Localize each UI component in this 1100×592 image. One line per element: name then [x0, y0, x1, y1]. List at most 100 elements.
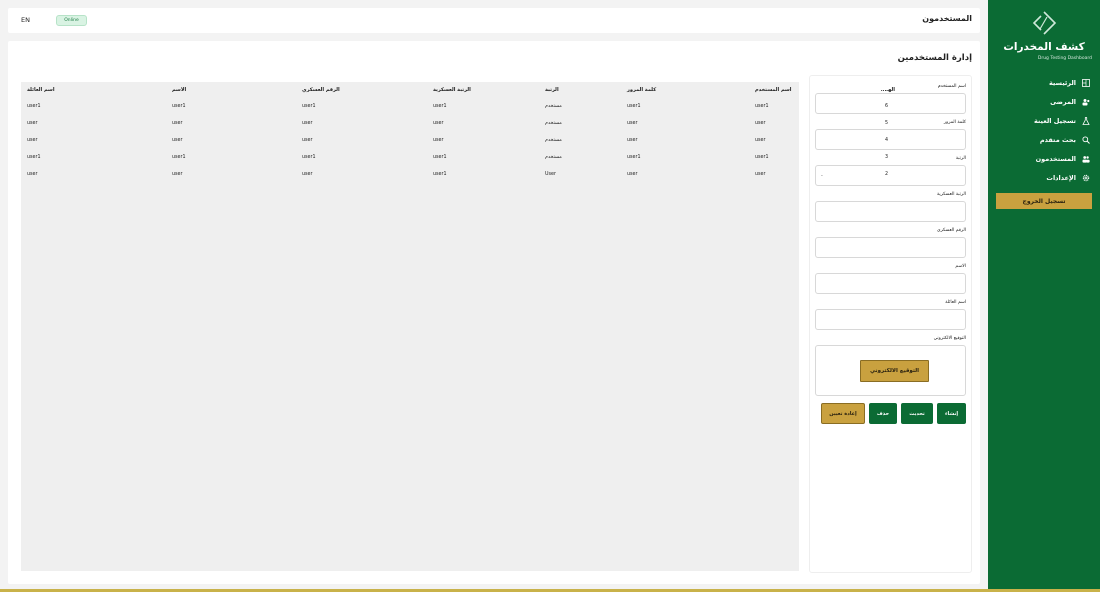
- sidebar-item-advanced-search[interactable]: بحث متقدم: [994, 130, 1090, 149]
- logo-icon: [1032, 11, 1057, 35]
- table-cell: user: [27, 121, 38, 126]
- table-row[interactable]: 5 user user مستخدم user user user user: [21, 115, 899, 132]
- table-cell: user1: [433, 172, 447, 177]
- sidebar-item-label: المستخدمون: [1035, 154, 1076, 163]
- table-row[interactable]: 6 user1 user1 مستخدم user1 user1 user1 u…: [21, 98, 899, 115]
- table-cell: مستخدم: [545, 104, 562, 109]
- table-cell: user: [627, 121, 638, 126]
- update-button[interactable]: تحديث: [901, 403, 933, 424]
- sidebar-item-users[interactable]: المستخدمون: [994, 149, 1090, 168]
- table-cell: user: [755, 138, 766, 143]
- signature-button[interactable]: التوقيع الالكتروني: [860, 360, 929, 382]
- patients-icon: [1082, 98, 1090, 105]
- col-header-military-rank[interactable]: الرتبة العسكرية: [427, 82, 539, 98]
- sidebar-item-home[interactable]: الرئيسية: [994, 73, 1090, 92]
- sidebar-item-label: المرضى: [1050, 97, 1076, 106]
- table-row[interactable]: 2 user user User user1 user user user: [21, 166, 899, 183]
- col-header-name[interactable]: الاسم: [166, 82, 296, 98]
- table-cell: user1: [433, 104, 447, 109]
- sidebar-item-sample-registration[interactable]: تسجيل العينة: [994, 111, 1090, 130]
- reset-button[interactable]: إعادة تعيين: [821, 403, 865, 424]
- brand-subtitle: Drug Testing Dashboard: [1037, 56, 1092, 61]
- table-cell: user: [433, 138, 444, 143]
- table-cell: user1: [755, 155, 769, 160]
- name-input[interactable]: [815, 273, 966, 294]
- table-cell: user1: [302, 155, 316, 160]
- sidebar: كشف المخدرات Drug Testing Dashboard الرئ…: [988, 0, 1100, 589]
- col-header-military-number[interactable]: الرقم العسكري: [296, 82, 427, 98]
- sidebar-nav: الرئيسية المرضى تسجيل العينة بحث متقدم ا…: [994, 73, 1090, 187]
- name-label: الاسم: [955, 264, 966, 269]
- table-cell: user: [27, 172, 38, 177]
- table-cell: user1: [172, 155, 186, 160]
- table-cell: user: [172, 172, 183, 177]
- table-cell: user1: [27, 155, 41, 160]
- family-name-input[interactable]: [815, 309, 966, 330]
- table-cell: user1: [755, 104, 769, 109]
- military-rank-input[interactable]: [815, 201, 966, 222]
- signature-label: التوقيع الالكتروني: [933, 336, 966, 341]
- table-cell: مستخدم: [545, 138, 562, 143]
- dashboard-icon: [1082, 78, 1090, 87]
- sidebar-item-label: تسجيل العينة: [1033, 116, 1076, 125]
- users-table-container: الهـ... اسم المستخدم كلمة المرور الرتبة …: [21, 82, 895, 571]
- sidebar-item-patients[interactable]: المرضى: [994, 92, 1090, 111]
- create-button[interactable]: إنشاء: [937, 403, 966, 424]
- search-icon: [1082, 135, 1090, 144]
- users-icon: [1082, 155, 1090, 163]
- table-cell: user: [755, 172, 766, 177]
- military-number-input[interactable]: [815, 237, 966, 258]
- page-title: إدارة المستخدمين: [897, 53, 972, 63]
- signature-pad[interactable]: التوقيع الالكتروني: [815, 345, 966, 396]
- logout-button[interactable]: تسجيل الخروج: [996, 193, 1092, 209]
- table-cell: user: [627, 172, 638, 177]
- table-cell: User: [545, 172, 556, 177]
- brand-title: كشف المخدرات: [1003, 41, 1085, 53]
- military-number-label: الرقم العسكري: [937, 228, 966, 233]
- table-cell: user: [27, 138, 38, 143]
- table-cell: مستخدم: [545, 155, 562, 160]
- table-cell: user1: [302, 104, 316, 109]
- sidebar-item-label: الرئيسية: [1048, 78, 1076, 87]
- sidebar-item-label: بحث متقدم: [1039, 135, 1076, 144]
- sidebar-item-label: الإعدادات: [1046, 173, 1076, 182]
- col-header-password[interactable]: كلمة المرور: [621, 82, 749, 98]
- table-cell: 4: [885, 138, 889, 143]
- table-cell: مستخدم: [545, 121, 562, 126]
- table-cell: user: [302, 172, 313, 177]
- table-cell: user: [172, 121, 183, 126]
- table-cell: 5: [885, 121, 889, 126]
- table-cell: user: [172, 138, 183, 143]
- military-rank-label: الرتبة العسكرية: [937, 192, 966, 197]
- table-cell: user1: [433, 155, 447, 160]
- table-cell: 2: [885, 172, 889, 177]
- users-table: الهـ... اسم المستخدم كلمة المرور الرتبة …: [21, 82, 899, 183]
- col-header-family-name[interactable]: اسم العائلة: [21, 82, 166, 98]
- header-title: المستخدمون: [922, 14, 972, 23]
- col-header-role[interactable]: الرتبة: [539, 82, 621, 98]
- table-cell: 6: [885, 104, 889, 109]
- gear-icon: [1082, 174, 1090, 181]
- table-cell: user1: [27, 104, 41, 109]
- family-name-label: اسم العائلة: [945, 300, 966, 305]
- language-toggle-button[interactable]: EN: [21, 16, 30, 24]
- status-badge: Online: [56, 15, 87, 26]
- main-panel: إدارة المستخدمين اسم المستخدم كلمة المرو…: [8, 41, 980, 584]
- table-cell: user: [627, 138, 638, 143]
- table-header-row: الهـ... اسم المستخدم كلمة المرور الرتبة …: [21, 82, 899, 98]
- table-cell: user1: [172, 104, 186, 109]
- col-header-username[interactable]: اسم المستخدم: [749, 82, 879, 98]
- table-cell: user: [433, 121, 444, 126]
- table-row[interactable]: 3 user1 user1 مستخدم user1 user1 user1 u…: [21, 149, 899, 166]
- table-cell: user1: [627, 104, 641, 109]
- delete-button[interactable]: حذف: [869, 403, 897, 424]
- table-cell: user: [302, 138, 313, 143]
- table-row[interactable]: 4 user user مستخدم user user user user: [21, 132, 899, 149]
- table-cell: user: [755, 121, 766, 126]
- table-cell: user: [302, 121, 313, 126]
- table-cell: 3: [885, 155, 889, 160]
- sidebar-item-settings[interactable]: الإعدادات: [994, 168, 1090, 187]
- top-header: المستخدمون EN Online: [8, 8, 980, 33]
- table-cell: user1: [627, 155, 641, 160]
- col-header-id[interactable]: الهـ...: [879, 82, 899, 98]
